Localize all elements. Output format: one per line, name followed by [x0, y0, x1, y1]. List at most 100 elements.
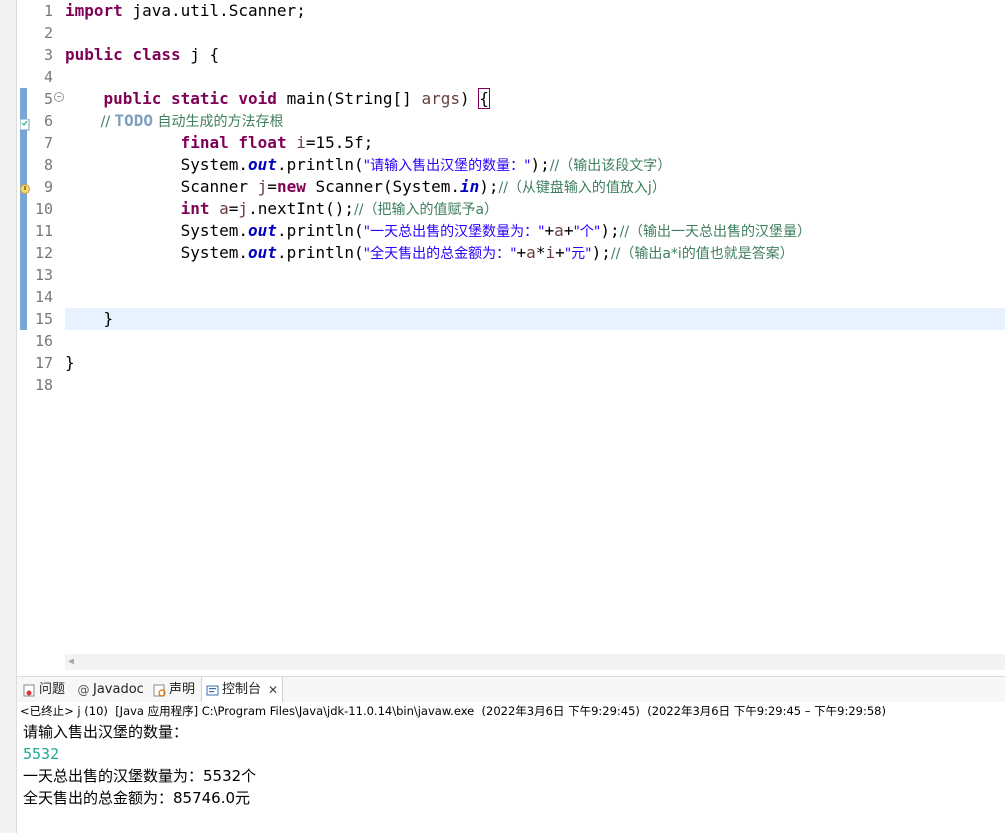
- line-number: 18: [34, 376, 53, 394]
- code-text: }: [65, 352, 75, 374]
- line-number: 16: [34, 332, 53, 350]
- code-line[interactable]: 2: [17, 22, 1005, 44]
- code-token: out: [248, 221, 277, 240]
- code-token: public: [65, 45, 123, 64]
- code-line[interactable]: 11 System.out.println("一天总出售的汉堡数量为："+a+"…: [17, 220, 1005, 242]
- code-token: //（输出a*i的值也就是答案）: [610, 246, 794, 262]
- code-text: System.out.println("请输入售出汉堡的数量：");//（输出该…: [65, 154, 672, 177]
- code-line[interactable]: 10 int a=j.nextInt();//（把输入的值赋予a）: [17, 198, 1005, 220]
- code-token: out: [248, 243, 277, 262]
- code-line[interactable]: 15 }: [17, 308, 1005, 330]
- line-number: 14: [34, 288, 53, 306]
- code-token: float: [238, 133, 287, 152]
- line-number: 17: [34, 354, 53, 372]
- tab-declaration[interactable]: 声明: [153, 677, 195, 703]
- code-token: //（从键盘输入的值放入j）: [498, 180, 666, 196]
- console-output[interactable]: 请输入售出汉堡的数量： 5532 一天总出售的汉堡数量为：5532个 全天售出的总金额…: [17, 720, 1005, 833]
- code-line[interactable]: 12 System.out.println("全天售出的总金额为："+a*i+"…: [17, 242, 1005, 264]
- code-line[interactable]: 1 import java.util.Scanner;: [17, 0, 1005, 22]
- scroll-left-icon[interactable]: ◀: [68, 656, 74, 667]
- code-line[interactable]: 3 public class j {: [17, 44, 1005, 66]
- code-line[interactable]: 18: [17, 374, 1005, 396]
- horizontal-scrollbar[interactable]: ◀: [65, 654, 1005, 670]
- code-text: }: [65, 308, 114, 330]
- code-token: //（输出该段文字）: [549, 158, 672, 174]
- code-token: 自动生成的方法存根: [153, 114, 284, 130]
- code-token: +: [555, 243, 565, 262]
- code-token: Scanner: [65, 177, 258, 196]
- tab-javadoc-label: Javadoc: [93, 682, 144, 697]
- code-line[interactable]: 5 public static void main(String[] args)…: [17, 88, 1005, 110]
- code-token: //（把输入的值赋予a）: [354, 202, 499, 218]
- code-token: System.: [65, 243, 249, 262]
- code-text: public static void main(String[] args) {: [65, 88, 490, 110]
- code-text: // TODO 自动生成的方法存根: [65, 110, 284, 133]
- code-token: j {: [180, 45, 220, 64]
- code-token: "全天售出的总金额为：": [363, 246, 517, 262]
- code-token: java.util.Scanner;: [122, 1, 306, 20]
- code-token: "元": [564, 246, 592, 262]
- problems-icon: [23, 684, 36, 697]
- code-token: =: [228, 199, 239, 218]
- tab-console[interactable]: 控制台 ✕: [201, 677, 284, 703]
- line-number: 8: [43, 156, 53, 174]
- line-number: 11: [34, 222, 53, 240]
- code-editor[interactable]: − 1 import java.util.Scanner; 2 3 public cla…: [17, 0, 1005, 654]
- line-number: 5: [43, 90, 53, 108]
- tab-javadoc[interactable]: @ Javadoc: [77, 677, 144, 703]
- code-line[interactable]: 8 System.out.println("请输入售出汉堡的数量：");//（输…: [17, 154, 1005, 176]
- code-token: );: [530, 155, 550, 174]
- code-token: main(String[]: [276, 89, 422, 108]
- code-token: j: [238, 199, 249, 218]
- code-token: +: [516, 243, 527, 262]
- code-line[interactable]: 16: [17, 330, 1005, 352]
- code-token: a: [526, 243, 536, 262]
- code-token: out: [248, 155, 277, 174]
- code-token: +: [544, 221, 555, 240]
- code-token: class: [132, 45, 181, 64]
- code-token: );: [591, 243, 611, 262]
- bottom-panel-tabs: 问题 @ Javadoc 声明 控制台 ✕: [17, 676, 1005, 703]
- code-line[interactable]: 7 final float i=15.5f;: [17, 132, 1005, 154]
- code-line[interactable]: 14: [17, 286, 1005, 308]
- line-number: 13: [34, 266, 53, 284]
- code-line[interactable]: 6 // TODO 自动生成的方法存根: [17, 110, 1005, 132]
- line-number: 10: [34, 200, 53, 218]
- code-token: public: [103, 89, 162, 108]
- code-token: import: [65, 1, 123, 20]
- code-line[interactable]: 4: [17, 66, 1005, 88]
- code-line[interactable]: 13: [17, 264, 1005, 286]
- console-output-line: 全天售出的总金额为：85746.0元: [23, 789, 251, 807]
- code-token: i: [545, 243, 556, 262]
- code-token: {: [478, 88, 490, 109]
- code-text: System.out.println("一天总出售的汉堡数量为："+a+"个")…: [65, 220, 811, 243]
- code-text: Scanner j=new Scanner(System.in);//（从键盘输…: [65, 176, 666, 199]
- code-text: public class j {: [65, 44, 219, 66]
- close-icon[interactable]: ✕: [268, 677, 278, 703]
- code-token: }: [65, 309, 114, 328]
- code-line[interactable]: 17}: [17, 352, 1005, 374]
- line-number: 3: [43, 46, 53, 64]
- code-text: System.out.println("全天售出的总金额为："+a*i+"元")…: [65, 242, 794, 265]
- console-status-line: <已终止> j (10) [Java 应用程序] C:\Program File…: [17, 702, 1005, 721]
- code-token: "一天总出售的汉堡数量为：": [363, 224, 545, 240]
- line-number: 4: [43, 68, 53, 86]
- code-line[interactable]: 9 Scanner j=new Scanner(System.in);//（从键…: [17, 176, 1005, 198]
- code-text: import java.util.Scanner;: [65, 0, 306, 22]
- tab-problems[interactable]: 问题: [23, 677, 65, 703]
- console-input-line: 5532: [23, 745, 60, 763]
- code-token: //: [65, 114, 115, 130]
- code-token: final: [180, 133, 229, 152]
- code-token: args: [421, 89, 460, 108]
- code-token: i: [296, 133, 306, 152]
- code-token: "个": [573, 224, 601, 240]
- tab-declaration-label: 声明: [169, 682, 196, 697]
- code-token: }: [65, 353, 75, 372]
